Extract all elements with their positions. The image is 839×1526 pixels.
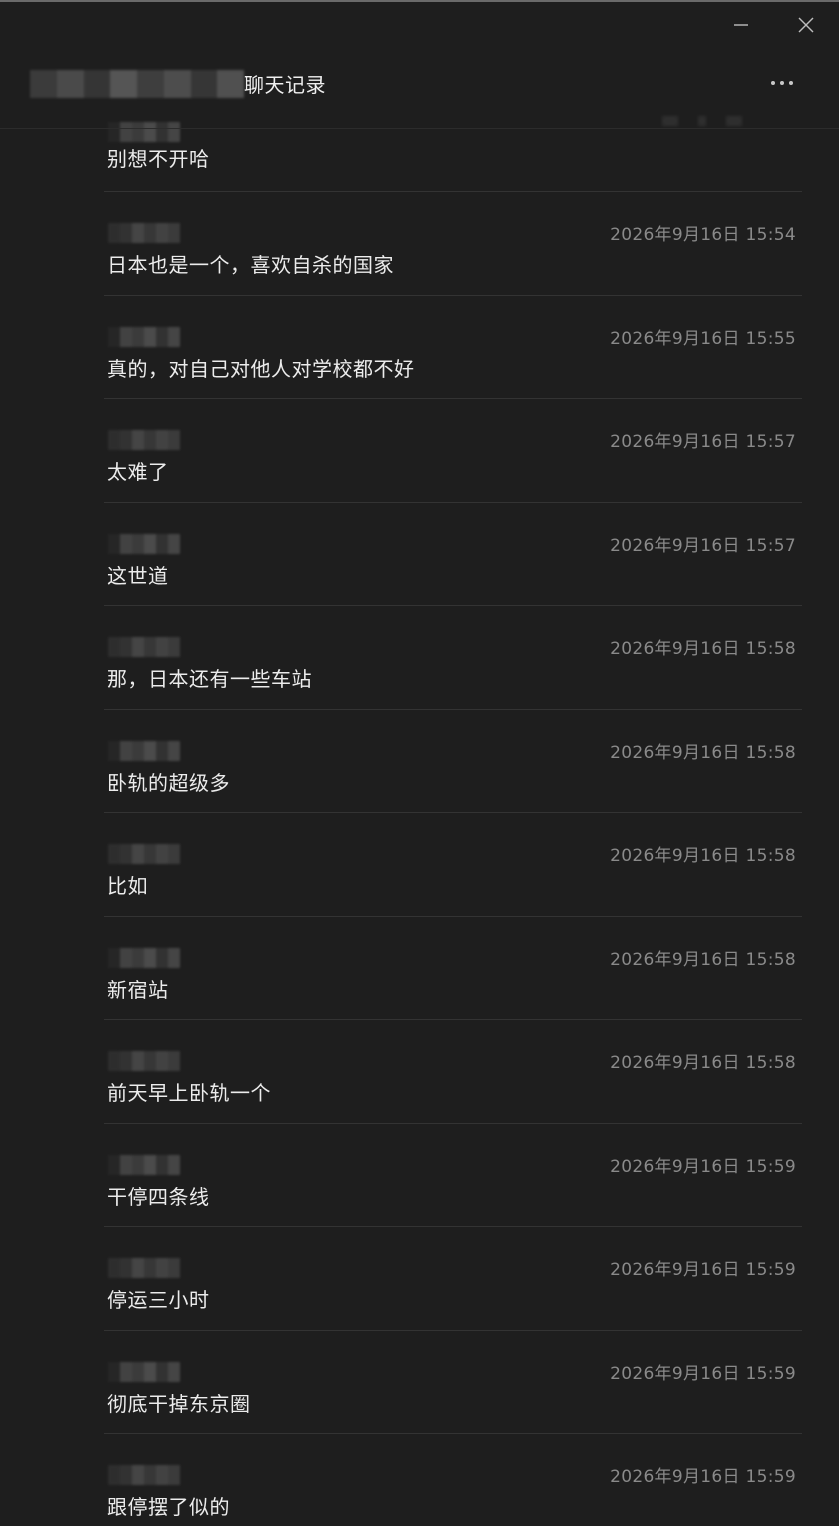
message-text: 日本也是一个，喜欢自杀的国家 (107, 253, 394, 277)
message-list[interactable]: 别想不开哈 2026年9月16日 15:54 日本也是一个，喜欢自杀的国家 2026年… (0, 88, 839, 1526)
message-timestamp: 2026年9月16日 15:58 (610, 1053, 796, 1073)
message-text: 彻底干掉东京圈 (107, 1391, 251, 1416)
more-horizontal-icon (771, 81, 793, 85)
redacted-sender-name (108, 533, 180, 554)
message-item[interactable]: 2026年9月16日 15:59 干停四条线 (104, 1124, 802, 1227)
message-item[interactable]: 2026年9月16日 15:59 跟停摆了似的 (104, 1434, 802, 1526)
message-item[interactable]: 2026年9月16日 15:58 前天早上卧轨一个 (104, 1020, 802, 1124)
redacted-sender-name (108, 223, 180, 243)
redacted-sender-name (108, 740, 180, 761)
message-text: 那，日本还有一些车站 (107, 667, 312, 691)
message-text: 卧轨的超级多 (107, 770, 230, 795)
redacted-sender-name (108, 1154, 180, 1175)
redacted-sender-name (108, 326, 180, 347)
message-timestamp: 2026年9月16日 15:55 (610, 328, 796, 349)
header-divider (0, 128, 839, 129)
redacted-sender-name (108, 122, 180, 142)
message-text: 跟停摆了似的 (107, 1495, 230, 1519)
message-timestamp: 2026年9月16日 15:58 (610, 742, 796, 763)
message-timestamp: 2026年9月16日 15:59 (610, 1260, 796, 1280)
message-item[interactable]: 2026年9月16日 15:55 真的，对自己对他人对学校都不好 (104, 296, 802, 399)
redacted-sender-name (108, 844, 180, 864)
message-timestamp: 2026年9月16日 15:59 (610, 1363, 796, 1384)
message-item[interactable]: 2026年9月16日 15:54 日本也是一个，喜欢自杀的国家 (104, 192, 802, 296)
message-item[interactable]: 2026年9月16日 15:57 太难了 (104, 399, 802, 503)
message-item[interactable]: 2026年9月16日 15:58 新宿站 (104, 917, 802, 1020)
message-timestamp: 2026年9月16日 15:58 (610, 949, 796, 970)
redacted-sender-name (108, 1258, 180, 1278)
message-item[interactable]: 2026年9月16日 15:59 停运三小时 (104, 1227, 802, 1331)
redacted-sender-name (108, 430, 180, 450)
message-text: 这世道 (107, 563, 169, 588)
minimize-icon (734, 24, 748, 26)
message-timestamp: 2026年9月16日 15:57 (610, 432, 796, 452)
message-timestamp: 2026年9月16日 15:59 (610, 1156, 796, 1177)
minimize-button[interactable] (726, 10, 756, 40)
message-text: 比如 (107, 874, 148, 898)
redacted-sender-name (108, 1361, 180, 1382)
message-timestamp: 2026年9月16日 15:58 (610, 846, 796, 866)
message-item[interactable]: 2026年9月16日 15:58 卧轨的超级多 (104, 710, 802, 813)
message-timestamp: 2026年9月16日 15:58 (610, 639, 796, 659)
message-timestamp: 2026年9月16日 15:57 (610, 535, 796, 556)
message-text: 真的，对自己对他人对学校都不好 (107, 356, 415, 381)
redacted-sender-name (108, 947, 180, 968)
message-text: 前天早上卧轨一个 (107, 1081, 271, 1105)
message-item[interactable]: 别想不开哈 (104, 88, 802, 192)
message-timestamp: 2026年9月16日 15:54 (610, 225, 796, 245)
redacted-sender-name (108, 1465, 180, 1485)
redacted-sender-name (108, 637, 180, 657)
message-item[interactable]: 2026年9月16日 15:59 彻底干掉东京圈 (104, 1331, 802, 1434)
message-text: 太难了 (107, 460, 169, 484)
redacted-sender-name (108, 1051, 180, 1071)
message-item[interactable]: 2026年9月16日 15:57 这世道 (104, 503, 802, 606)
message-item[interactable]: 2026年9月16日 15:58 那，日本还有一些车站 (104, 606, 802, 710)
message-text: 别想不开哈 (107, 147, 210, 171)
close-button[interactable] (791, 10, 821, 40)
message-text: 停运三小时 (107, 1288, 210, 1312)
message-timestamp: 2026年9月16日 15:59 (610, 1467, 796, 1487)
message-item[interactable]: 2026年9月16日 15:58 比如 (104, 813, 802, 917)
chat-history-window: 聊天记录 别想不开哈 2026年9月16日 15:54 日本也是一个，喜欢自杀的国家… (0, 0, 839, 1526)
clipped-timestamp (662, 116, 742, 126)
message-text: 干停四条线 (107, 1184, 210, 1209)
close-icon (798, 17, 814, 33)
message-text: 新宿站 (107, 977, 169, 1002)
